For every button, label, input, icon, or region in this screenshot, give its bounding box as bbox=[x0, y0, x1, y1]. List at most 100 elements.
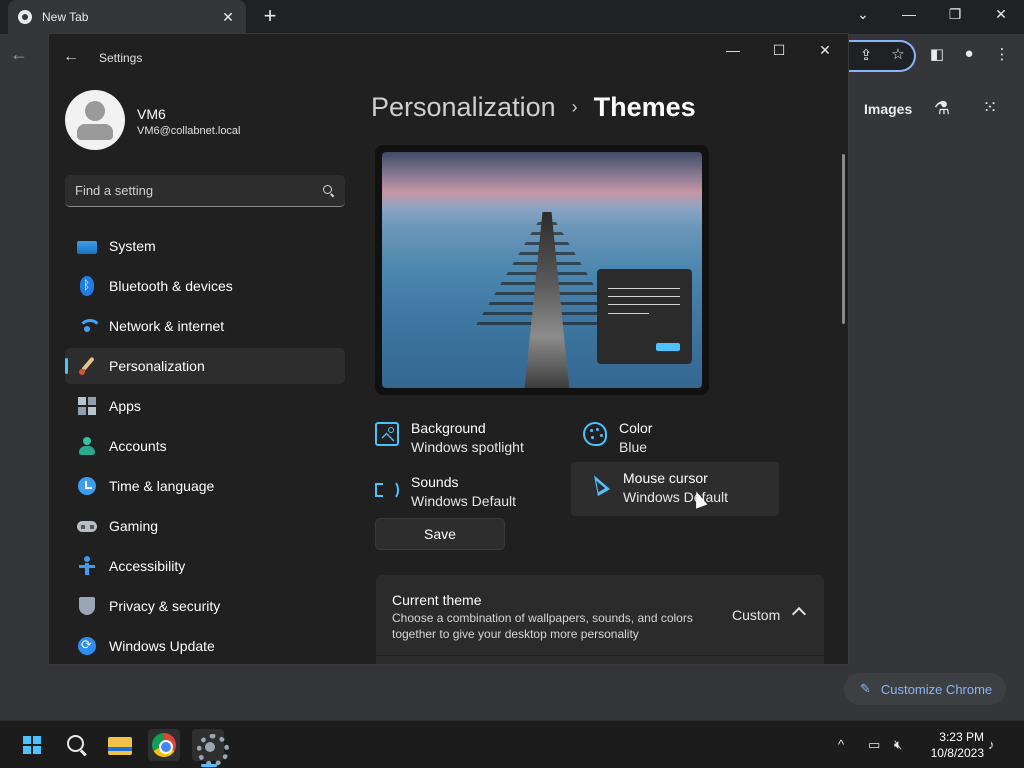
find-setting-search[interactable] bbox=[65, 175, 345, 207]
sidebar-item-accessibility[interactable]: Accessibility bbox=[65, 548, 345, 584]
mouse-cursor-option[interactable]: Mouse cursor Windows Default bbox=[571, 462, 779, 516]
sidebar-item-label: Apps bbox=[109, 398, 141, 414]
sidebar-item-bluetooth[interactable]: Bluetooth & devices bbox=[65, 268, 345, 304]
shield-icon bbox=[77, 596, 97, 616]
sidebar-item-time-language[interactable]: Time & language bbox=[65, 468, 345, 504]
side-panel-icon[interactable]: ◧ bbox=[926, 45, 948, 63]
sidebar-item-label: System bbox=[109, 238, 156, 254]
wifi-icon bbox=[77, 316, 102, 336]
sidebar-item-network[interactable]: Network & internet bbox=[65, 308, 345, 344]
images-link[interactable]: Images bbox=[864, 101, 912, 117]
preview-accent-button bbox=[656, 343, 680, 351]
cursor-icon bbox=[587, 472, 611, 496]
option-value: Windows Default bbox=[411, 493, 517, 509]
labs-flask-icon[interactable]: ⚗ bbox=[931, 98, 953, 119]
sounds-option[interactable]: Sounds Windows Default bbox=[371, 466, 579, 520]
chrome-tab-search-icon[interactable]: ⌄ bbox=[840, 0, 886, 30]
sidebar-item-label: Privacy & security bbox=[109, 598, 221, 614]
bookmark-star-icon[interactable]: ☆ bbox=[887, 45, 909, 63]
breadcrumb: Personalization › Themes bbox=[371, 92, 696, 123]
avatar-body-icon bbox=[77, 124, 113, 140]
chrome-back-button[interactable]: ← bbox=[10, 44, 28, 65]
breadcrumb-parent[interactable]: Personalization bbox=[371, 92, 556, 123]
sidebar-item-label: Bluetooth & devices bbox=[109, 278, 233, 294]
settings-close-button[interactable]: ✕ bbox=[802, 40, 848, 60]
chrome-tab-close-icon[interactable]: ✕ bbox=[220, 9, 236, 26]
share-icon[interactable]: ⇪ bbox=[855, 46, 877, 64]
chrome-favicon-icon bbox=[18, 10, 32, 24]
settings-gear-icon[interactable] bbox=[192, 729, 229, 766]
chrome-new-tab-button[interactable]: + bbox=[258, 5, 282, 29]
option-title: Mouse cursor bbox=[623, 470, 708, 486]
sidebar-item-apps[interactable]: Apps bbox=[65, 388, 345, 424]
sidebar-item-label: Windows Update bbox=[109, 638, 215, 654]
sidebar-item-privacy[interactable]: Privacy & security bbox=[65, 588, 345, 624]
search-input[interactable] bbox=[75, 183, 323, 198]
sidebar-item-label: Gaming bbox=[109, 518, 159, 534]
person-icon bbox=[77, 436, 97, 456]
settings-window: ← Settings — ☐ ✕ VM6 VM6@collabnet.local… bbox=[48, 33, 849, 665]
chrome-close-button[interactable]: ✕ bbox=[978, 0, 1024, 30]
pencil-icon: ✎ bbox=[860, 681, 871, 696]
chevron-up-icon[interactable] bbox=[791, 606, 807, 622]
sidebar-item-system[interactable]: System bbox=[65, 228, 345, 264]
preview-window-mockup bbox=[597, 269, 692, 364]
clock-date: 10/8/2023 bbox=[930, 746, 984, 760]
settings-nav: System Bluetooth & devices Network & int… bbox=[65, 228, 345, 664]
chrome-menu-icon[interactable]: ⋮ bbox=[991, 45, 1013, 63]
avatar-head-icon bbox=[85, 101, 105, 121]
profile-icon[interactable]: ● bbox=[958, 45, 980, 62]
apps-icon bbox=[77, 396, 97, 416]
volume-muted-icon[interactable]: 🔇︎ bbox=[894, 737, 902, 753]
google-apps-icon[interactable]: ⁙ bbox=[979, 97, 1001, 118]
color-option[interactable]: Color Blue bbox=[579, 412, 787, 466]
sidebar-item-label: Personalization bbox=[109, 358, 205, 374]
next-card-edge bbox=[376, 656, 824, 664]
theme-preview bbox=[375, 145, 709, 395]
preview-line bbox=[608, 304, 680, 305]
sidebar-item-accounts[interactable]: Accounts bbox=[65, 428, 345, 464]
start-button[interactable] bbox=[16, 729, 48, 761]
taskbar: ^ ▭ 🔇︎ 3:23 PM 10/8/2023 ♪ bbox=[0, 720, 1024, 768]
chrome-taskbar-icon[interactable] bbox=[148, 729, 180, 761]
current-theme-card[interactable]: Current theme Choose a combination of wa… bbox=[376, 575, 824, 655]
sidebar-item-gaming[interactable]: Gaming bbox=[65, 508, 345, 544]
current-theme-value: Custom bbox=[732, 607, 781, 623]
gamepad-icon bbox=[77, 516, 97, 536]
customize-chrome-button[interactable]: ✎ Customize Chrome bbox=[844, 673, 1006, 705]
picture-icon bbox=[375, 422, 399, 446]
customize-chrome-label: Customize Chrome bbox=[880, 681, 993, 697]
taskbar-clock[interactable]: 3:23 PM 10/8/2023 bbox=[922, 729, 984, 761]
bluetooth-icon bbox=[80, 276, 94, 296]
network-icon[interactable]: ▭ bbox=[868, 737, 880, 753]
page-title: Themes bbox=[593, 92, 696, 122]
chrome-tab-title: New Tab bbox=[42, 10, 89, 24]
settings-minimize-button[interactable]: — bbox=[710, 40, 756, 60]
sidebar-item-windows-update[interactable]: Windows Update bbox=[65, 628, 345, 664]
sidebar-item-personalization[interactable]: Personalization bbox=[65, 348, 345, 384]
taskbar-search-icon[interactable] bbox=[60, 729, 92, 761]
tray-chevron-icon[interactable]: ^ bbox=[838, 737, 844, 752]
chrome-restore-button[interactable]: ❐ bbox=[932, 0, 978, 30]
sidebar-item-label: Time & language bbox=[109, 478, 215, 494]
chrome-minimize-button[interactable]: — bbox=[886, 0, 932, 30]
option-title: Color bbox=[619, 420, 653, 436]
content-scrollbar[interactable] bbox=[842, 154, 845, 324]
search-icon[interactable] bbox=[323, 184, 335, 197]
settings-back-button[interactable]: ← bbox=[63, 48, 79, 66]
notification-bell-icon[interactable]: ♪ bbox=[988, 737, 995, 752]
chrome-tab-new-tab[interactable]: New Tab ✕ bbox=[8, 0, 246, 34]
save-button[interactable]: Save bbox=[375, 518, 505, 550]
settings-app-title: Settings bbox=[99, 51, 143, 65]
avatar[interactable] bbox=[65, 90, 125, 150]
background-option[interactable]: Background Windows spotlight bbox=[371, 412, 579, 466]
settings-maximize-button[interactable]: ☐ bbox=[756, 40, 802, 60]
brush-icon bbox=[77, 356, 97, 376]
user-email: VM6@collabnet.local bbox=[137, 125, 241, 137]
current-theme-title: Current theme bbox=[392, 592, 482, 608]
sidebar-item-label: Network & internet bbox=[109, 318, 225, 334]
sidebar-item-label: Accounts bbox=[109, 438, 167, 454]
wallpaper-preview-image bbox=[382, 152, 702, 388]
option-value: Windows spotlight bbox=[411, 439, 524, 455]
file-explorer-icon[interactable] bbox=[104, 729, 136, 761]
